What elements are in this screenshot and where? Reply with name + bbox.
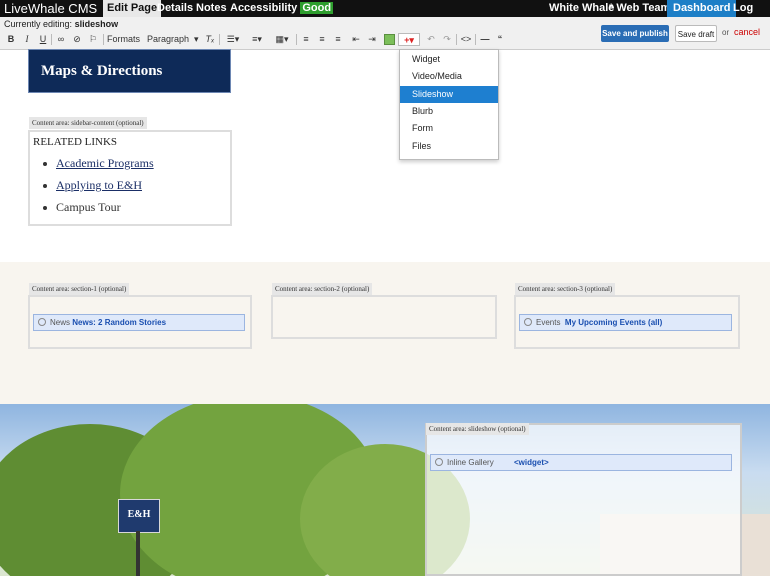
gallery-widget-name: <widget> xyxy=(514,458,549,467)
gear-icon xyxy=(435,457,443,466)
toolbar-separator xyxy=(456,34,457,45)
tab-accessibility-label: Accessibility xyxy=(230,2,298,14)
news-widget-name: News: 2 Random Stories xyxy=(72,318,167,327)
maps-heading-text: Maps & Directions xyxy=(41,63,163,79)
menu-item-blurb[interactable]: Blurb xyxy=(400,103,498,120)
logout-link[interactable]: Log out xyxy=(733,0,770,31)
source-code-icon[interactable]: <> xyxy=(460,33,472,46)
related-link-applying[interactable]: Applying to E&H xyxy=(56,178,142,193)
editor-toolbar: Currently editing: slideshow B I U ∞ ⊘ ⚐… xyxy=(0,17,770,57)
toolbar-separator xyxy=(219,34,220,45)
menu-item-widget[interactable]: Widget xyxy=(400,51,498,68)
inline-gallery-widget[interactable]: Inline Gallery <widget> xyxy=(430,454,732,471)
menu-item-files[interactable]: Files xyxy=(400,138,498,155)
anchor-icon[interactable]: ⚐ xyxy=(87,33,99,46)
formats-label: Formats xyxy=(107,34,141,44)
section-2-content-area[interactable] xyxy=(271,295,497,339)
outdent-icon[interactable]: ⇤ xyxy=(350,33,362,46)
menu-item-slideshow[interactable]: Slideshow xyxy=(400,86,498,103)
bullet-list-icon[interactable]: ☰▾ xyxy=(223,33,243,46)
toolbar-separator xyxy=(475,34,476,45)
section-2-label: Content area: section-2 (optional) xyxy=(272,283,373,295)
insert-menu: Widget Video/Media Slideshow Blurb Form … xyxy=(399,49,499,160)
menu-item-form[interactable]: Form xyxy=(400,120,498,137)
gear-icon xyxy=(524,317,532,326)
italic-icon[interactable]: I xyxy=(21,33,33,46)
currently-editing: Currently editing: slideshow xyxy=(4,19,118,29)
underline-icon[interactable]: U xyxy=(37,33,49,46)
save-publish-button[interactable]: Save and publish xyxy=(601,25,669,42)
indent-icon[interactable]: ⇥ xyxy=(366,33,378,46)
blockquote-icon[interactable]: “ xyxy=(494,33,506,46)
events-widget-name: My Upcoming Events (all) xyxy=(564,318,663,327)
numbered-list-icon[interactable]: ≡▾ xyxy=(247,33,267,46)
paragraph-label: Paragraph xyxy=(147,34,190,44)
related-link-academic-programs[interactable]: Academic Programs xyxy=(56,156,154,171)
undo-icon[interactable]: ↶ xyxy=(425,33,437,46)
editing-label: Currently editing: xyxy=(4,19,73,29)
tab-details[interactable]: Details xyxy=(153,0,197,17)
align-left-icon[interactable]: ≡ xyxy=(300,33,312,46)
events-widget-type: Events xyxy=(536,318,561,327)
gear-icon xyxy=(38,317,46,326)
dashboard-button[interactable]: Dashboard xyxy=(667,0,737,17)
cancel-link[interactable]: cancel xyxy=(734,27,760,37)
image-icon[interactable] xyxy=(384,34,395,45)
bold-icon[interactable]: B xyxy=(5,33,17,46)
insert-plus-button[interactable]: +▾ xyxy=(398,33,420,46)
editing-value: slideshow xyxy=(74,19,119,29)
gallery-widget-type: Inline Gallery xyxy=(447,458,494,467)
clear-format-icon[interactable]: Tₓ xyxy=(204,33,216,46)
sidebar-content-area-label: Content area: sidebar-content (optional) xyxy=(29,117,147,129)
campus-sign: E&H xyxy=(118,499,160,533)
redo-icon[interactable]: ↷ xyxy=(441,33,453,46)
horizontal-rule-icon[interactable]: — xyxy=(479,33,491,46)
list-bullet xyxy=(43,162,47,166)
align-center-icon[interactable]: ≡ xyxy=(316,33,328,46)
link-icon[interactable]: ∞ xyxy=(55,33,67,46)
news-widget-type: News xyxy=(50,318,71,327)
toolbar-separator xyxy=(103,34,104,45)
menu-item-video-media[interactable]: Video/Media xyxy=(400,68,498,85)
related-links-title: RELATED LINKS xyxy=(33,136,118,148)
list-bullet xyxy=(43,206,47,210)
site-name[interactable]: White Whale xyxy=(549,0,614,17)
events-widget[interactable]: Events My Upcoming Events (all) xyxy=(519,314,732,331)
cms-brand[interactable]: LiveWhale CMS xyxy=(4,0,97,17)
related-item-campus-tour: Campus Tour xyxy=(56,200,121,214)
slideshow-content-area[interactable] xyxy=(425,423,742,576)
section-1-label: Content area: section-1 (optional) xyxy=(29,283,130,295)
accessibility-status-badge: Good xyxy=(300,2,334,14)
top-bar: LiveWhale CMS Edit Page Details Notes Ac… xyxy=(0,0,770,31)
tab-notes[interactable]: Notes xyxy=(192,0,231,17)
formats-dropdown[interactable]: Formats ▾ xyxy=(107,33,144,57)
sign-post xyxy=(136,531,140,576)
or-text: or xyxy=(722,28,730,37)
align-right-icon[interactable]: ≡ xyxy=(332,33,344,46)
paragraph-dropdown[interactable]: Paragraph ▾ xyxy=(147,33,199,46)
unlink-icon[interactable]: ⊘ xyxy=(71,33,83,46)
section-3-label: Content area: section-3 (optional) xyxy=(515,283,616,295)
table-icon[interactable]: ▦▾ xyxy=(272,33,292,46)
list-bullet xyxy=(43,184,47,188)
maps-directions-heading[interactable]: Maps & Directions xyxy=(28,49,231,93)
slideshow-label: Content area: slideshow (optional) xyxy=(426,423,529,435)
toolbar-separator xyxy=(296,34,297,45)
tab-accessibility[interactable]: Accessibility Good xyxy=(226,0,337,17)
group-name[interactable]: * Web Team xyxy=(609,0,670,17)
save-draft-button[interactable]: Save draft xyxy=(675,25,717,42)
news-widget[interactable]: News News: 2 Random Stories xyxy=(33,314,245,331)
toolbar-separator xyxy=(51,34,52,45)
